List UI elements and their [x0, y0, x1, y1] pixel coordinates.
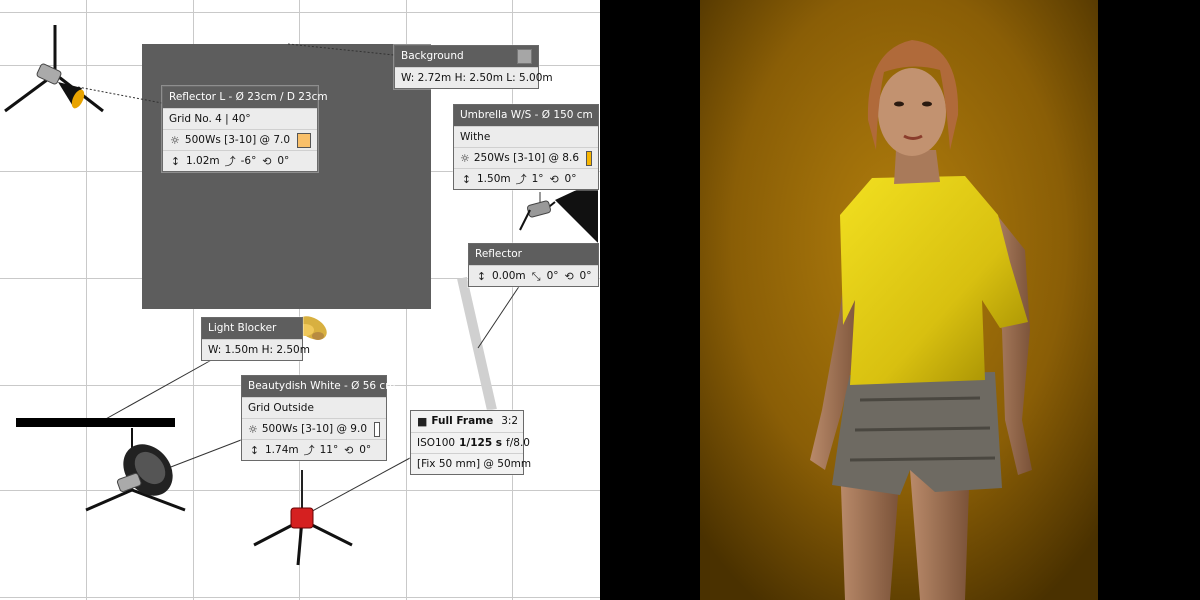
rotation-icon: ⟲: [564, 269, 574, 283]
camera-card[interactable]: ■ Full Frame 3:2 ISO100 1/125 s f/8.0 [F…: [410, 410, 531, 475]
camera-iso: ISO100: [417, 436, 456, 449]
reflector-panel[interactable]: [457, 276, 497, 412]
photo-render: [700, 0, 1098, 600]
umbrella-height: 1.50m: [477, 172, 511, 185]
leader-line: [304, 457, 411, 516]
rotation-icon: ⟲: [262, 154, 272, 168]
umbrella-tilt: 1°: [531, 172, 544, 185]
reflector-l-card[interactable]: Reflector L - Ø 23cm / D 23cm Grid No. 4…: [162, 86, 328, 172]
beautydish-tilt: 11°: [319, 443, 339, 456]
background-card[interactable]: Background W: 2.72m H: 2.50m L: 5.00m: [394, 45, 553, 89]
umbrella-color-swatch[interactable]: [586, 150, 592, 166]
camera-tripod[interactable]: [253, 470, 353, 566]
camera-aperture: f/8.0: [506, 436, 530, 449]
reflector-angle-icon: ⤡: [531, 269, 541, 283]
rotation-icon: ⟲: [549, 172, 559, 186]
camera-ratio: 3:2: [501, 415, 519, 427]
sun-icon: ☼: [460, 151, 470, 165]
umbrella-type: Withe: [460, 130, 491, 143]
beautydish-power: 500Ws [3-10] @ 9.0: [261, 422, 368, 435]
height-icon: ↕: [476, 269, 487, 283]
reflector-card[interactable]: Reflector ↕ 0.00m ⤡ 0° ⟲ 0°: [468, 243, 599, 287]
background-title: Background: [401, 50, 464, 62]
model-face: [878, 68, 946, 156]
light-blocker-title: Light Blocker: [208, 322, 277, 334]
reflector-height: 0.00m: [492, 269, 526, 282]
light-blocker[interactable]: [16, 418, 175, 427]
tilt-icon: ⤴: [303, 443, 315, 457]
umbrella-card[interactable]: Umbrella W/S - Ø 150 cm Withe ☼ 250Ws [3…: [453, 104, 599, 190]
leader-line: [94, 357, 216, 426]
reflector-l-title: Reflector L - Ø 23cm / D 23cm: [169, 91, 328, 103]
beautydish-rotation: 0°: [359, 443, 372, 456]
camera-format: Full Frame: [431, 415, 494, 427]
rotation-icon: ⟲: [344, 443, 354, 457]
beautydish-card[interactable]: Beautydish White - Ø 56 cm Grid Outside …: [241, 375, 395, 461]
beautydish-grid: Grid Outside: [248, 401, 314, 414]
camera-icon: ■: [417, 415, 428, 428]
height-icon: ↕: [170, 154, 181, 168]
camera-shutter: 1/125 s: [459, 436, 503, 449]
tilt-icon: ⤴: [224, 154, 236, 168]
reflector-l-color-swatch[interactable]: [297, 132, 311, 148]
reflector-l-light[interactable]: [4, 25, 104, 113]
sun-icon: ☼: [248, 422, 258, 436]
photo-preview: [600, 0, 1200, 600]
beautydish-light[interactable]: [85, 428, 186, 512]
lighting-diagram: Background W: 2.72m H: 2.50m L: 5.00m Re…: [0, 0, 600, 600]
beautydish-title: Beautydish White - Ø 56 cm: [248, 380, 396, 392]
height-icon: ↕: [249, 443, 260, 457]
umbrella-title: Umbrella W/S - Ø 150 cm: [460, 109, 593, 121]
reflector-rotation: 0°: [579, 269, 592, 282]
umbrella-rotation: 0°: [564, 172, 577, 185]
tilt-icon: ⤴: [515, 172, 527, 186]
beautydish-height: 1.74m: [265, 443, 299, 456]
background-dims: W: 2.72m H: 2.50m L: 5.00m: [401, 71, 553, 84]
beautydish-color-swatch[interactable]: [374, 421, 380, 437]
light-blocker-dims: W: 1.50m H: 2.50m: [208, 343, 310, 356]
reflector-l-height: 1.02m: [186, 154, 220, 167]
reflector-title: Reflector: [475, 248, 522, 260]
leader-line: [287, 43, 395, 56]
reflector-l-grid: Grid No. 4 | 40°: [169, 112, 251, 125]
camera-lens: [Fix 50 mm] @ 50mm: [417, 457, 532, 470]
umbrella-power: 250Ws [3-10] @ 8.6: [473, 151, 580, 164]
light-blocker-card[interactable]: Light Blocker W: 1.50m H: 2.50m: [201, 317, 310, 361]
reflector-angle: 0°: [546, 269, 559, 282]
reflector-l-rotation: 0°: [277, 154, 290, 167]
leader-line: [477, 284, 521, 349]
reflector-l-tilt: -6°: [240, 154, 257, 167]
reflector-l-power: 500Ws [3-10] @ 7.0: [184, 133, 291, 146]
height-icon: ↕: [461, 172, 472, 186]
background-color-swatch[interactable]: [517, 49, 532, 64]
sun-icon: ☼: [170, 133, 180, 147]
